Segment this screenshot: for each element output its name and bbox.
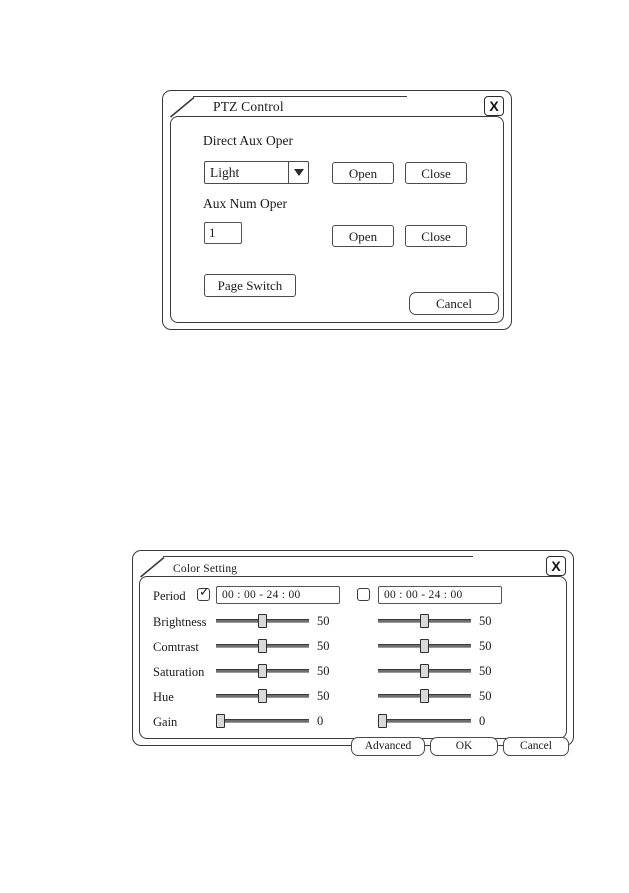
contrast-slider-2-knob[interactable] bbox=[420, 639, 429, 653]
contrast-slider-1-knob[interactable] bbox=[258, 639, 267, 653]
period-label: Period bbox=[153, 589, 186, 603]
gain-value-2: 0 bbox=[479, 714, 486, 728]
gain-label: Gain bbox=[153, 715, 178, 729]
ptz-cancel-button[interactable]: Cancel bbox=[409, 292, 499, 315]
contrast-value-1: 50 bbox=[317, 639, 330, 653]
direct-aux-oper-label: Direct Aux Oper bbox=[203, 133, 293, 148]
hue-value-1: 50 bbox=[317, 689, 330, 703]
gain-slider-1-knob[interactable] bbox=[216, 714, 225, 728]
gain-slider-1-track bbox=[216, 719, 309, 723]
contrast-slider-1[interactable] bbox=[216, 639, 309, 653]
contrast-slider-2[interactable] bbox=[378, 639, 471, 653]
direct-aux-open-button[interactable]: Open bbox=[332, 162, 394, 184]
gain-slider-2[interactable] bbox=[378, 714, 471, 728]
gain-slider-1[interactable] bbox=[216, 714, 309, 728]
hue-slider-2-knob[interactable] bbox=[420, 689, 429, 703]
gain-slider-2-track bbox=[378, 719, 471, 723]
ptz-titlebar: PTZ Control bbox=[169, 96, 431, 118]
saturation-label: Saturation bbox=[153, 665, 205, 679]
gain-slider-2-knob[interactable] bbox=[378, 714, 387, 728]
saturation-slider-1[interactable] bbox=[216, 664, 309, 678]
color-tab-top-edge bbox=[163, 556, 473, 558]
brightness-value-1: 50 bbox=[317, 614, 330, 628]
color-close-button[interactable]: X bbox=[546, 556, 566, 576]
gain-value-1: 0 bbox=[317, 714, 324, 728]
contrast-value-2: 50 bbox=[479, 639, 492, 653]
color-cancel-button[interactable]: Cancel bbox=[503, 737, 569, 756]
period-time-value-2: 00 : 00 - 24 : 00 bbox=[384, 589, 463, 601]
saturation-value-2: 50 bbox=[479, 664, 492, 678]
direct-aux-close-button[interactable]: Close bbox=[405, 162, 467, 184]
brightness-slider-1[interactable] bbox=[216, 614, 309, 628]
period-checkbox-2[interactable] bbox=[357, 588, 370, 601]
hue-slider-1[interactable] bbox=[216, 689, 309, 703]
ptz-control-dialog: PTZ Control X Direct Aux Oper Light Open… bbox=[162, 90, 512, 330]
page-switch-button[interactable]: Page Switch bbox=[204, 274, 296, 297]
period-checkbox-1-tick: ✓ bbox=[199, 584, 210, 599]
color-ok-button[interactable]: OK bbox=[430, 737, 498, 756]
saturation-slider-2[interactable] bbox=[378, 664, 471, 678]
period-time-field-2[interactable]: 00 : 00 - 24 : 00 bbox=[378, 586, 502, 604]
contrast-label: Comtrast bbox=[153, 640, 199, 654]
brightness-slider-1-knob[interactable] bbox=[258, 614, 267, 628]
color-setting-dialog: Color Setting X Period ✓ 00 : 00 - 24 : … bbox=[132, 550, 574, 756]
hue-slider-1-knob[interactable] bbox=[258, 689, 267, 703]
aux-num-input[interactable]: 1 bbox=[204, 222, 242, 244]
ptz-close-button[interactable]: X bbox=[484, 96, 504, 116]
chevron-down-icon bbox=[288, 162, 308, 183]
brightness-label: Brightness bbox=[153, 615, 207, 629]
brightness-slider-2[interactable] bbox=[378, 614, 471, 628]
saturation-slider-1-knob[interactable] bbox=[258, 664, 267, 678]
aux-num-close-button[interactable]: Close bbox=[405, 225, 467, 247]
brightness-slider-2-knob[interactable] bbox=[420, 614, 429, 628]
hue-slider-2[interactable] bbox=[378, 689, 471, 703]
ptz-dialog-title: PTZ Control bbox=[213, 99, 284, 114]
saturation-value-1: 50 bbox=[317, 664, 330, 678]
hue-value-2: 50 bbox=[479, 689, 492, 703]
color-tab-slant-shape bbox=[139, 556, 165, 578]
direct-aux-select-value: Light bbox=[210, 164, 240, 180]
advanced-button[interactable]: Advanced bbox=[351, 737, 425, 756]
aux-num-open-button[interactable]: Open bbox=[332, 225, 394, 247]
direct-aux-select[interactable]: Light bbox=[204, 161, 309, 184]
saturation-slider-2-knob[interactable] bbox=[420, 664, 429, 678]
period-checkbox-1[interactable]: ✓ bbox=[197, 584, 210, 601]
ptz-tab-slant-shape bbox=[169, 96, 195, 118]
aux-num-oper-label: Aux Num Oper bbox=[203, 196, 287, 211]
aux-num-input-value: 1 bbox=[209, 225, 216, 240]
color-content-panel: Period ✓ 00 : 00 - 24 : 00 00 : 00 - 24 … bbox=[139, 576, 569, 756]
brightness-value-2: 50 bbox=[479, 614, 492, 628]
hue-label: Hue bbox=[153, 690, 174, 704]
color-titlebar: Color Setting bbox=[139, 556, 505, 578]
period-time-field-1[interactable]: 00 : 00 - 24 : 00 bbox=[216, 586, 340, 604]
period-time-value-1: 00 : 00 - 24 : 00 bbox=[222, 589, 301, 601]
